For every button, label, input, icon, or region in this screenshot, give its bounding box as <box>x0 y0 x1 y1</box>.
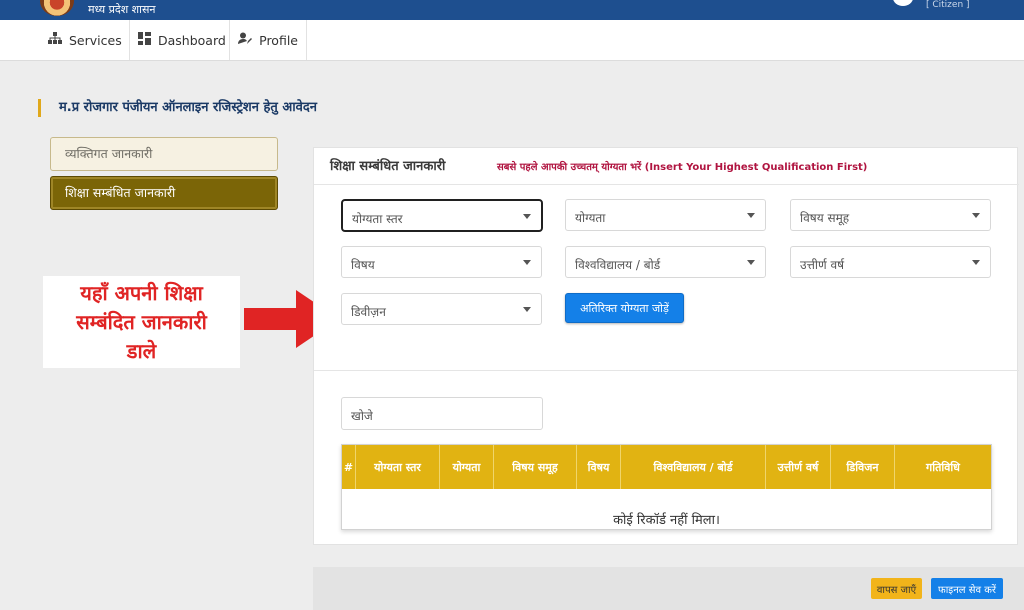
chevron-down-icon <box>747 213 755 218</box>
table-header-division: डिविजन <box>831 445 895 489</box>
division-select[interactable]: डिवीज़न <box>341 293 542 325</box>
govt-name: मध्य प्रदेश शासन <box>88 3 156 16</box>
qualification-select[interactable]: योग्यता <box>565 199 766 231</box>
sidebar-item-personal-info[interactable]: व्यक्तिगत जानकारी <box>50 137 278 171</box>
main-navbar: Services Dashboard Profile <box>0 20 1024 61</box>
qualification-table: # योग्यता स्तर योग्यता विषय समूह विषय वि… <box>341 444 992 530</box>
card-title: शिक्षा सम्बंधित जानकारी <box>330 159 446 174</box>
search-input[interactable]: खोजे <box>341 397 543 430</box>
add-qualification-button[interactable]: अतिरिक्त योग्यता जोड़ें <box>565 293 684 323</box>
highest-qualification-hint: सबसे पहले आपकी उच्चतम् योग्यता भरें (Ins… <box>497 162 868 173</box>
callout-line-2: सम्बंदित जानकारी <box>76 310 207 334</box>
top-header: मध्य प्रदेश शासन [ Citizen ] <box>0 0 1024 20</box>
chevron-down-icon <box>523 307 531 312</box>
passing-year-value: उत्तीर्ण वर्ष <box>800 258 845 272</box>
subject-value: विषय <box>351 258 375 272</box>
back-button[interactable]: वापस जाएँ <box>871 578 922 599</box>
dashboard-icon <box>138 31 151 49</box>
callout-line-1: यहाँ अपनी शिक्षा <box>80 281 203 305</box>
empty-table-message: कोई रिकॉर्ड नहीं मिला। <box>613 513 720 528</box>
subject-select[interactable]: विषय <box>341 246 542 278</box>
chevron-down-icon <box>972 260 980 265</box>
education-form-card: शिक्षा सम्बंधित जानकारी सबसे पहले आपकी उ… <box>313 147 1019 545</box>
table-header-qualification-level: योग्यता स्तर <box>356 445 440 489</box>
passing-year-select[interactable]: उत्तीर्ण वर्ष <box>790 246 991 278</box>
user-avatar[interactable] <box>893 0 913 6</box>
table-header-passing-year: उत्तीर्ण वर्ष <box>766 445 831 489</box>
chevron-down-icon <box>972 213 980 218</box>
instruction-callout: यहाँ अपनी शिक्षा सम्बंदित जानकारी डाले <box>43 276 240 368</box>
nav-item-dashboard[interactable]: Dashboard <box>130 20 230 60</box>
divider <box>314 370 1019 371</box>
sitemap-icon <box>48 31 62 49</box>
search-placeholder: खोजे <box>351 409 373 423</box>
nav-item-profile[interactable]: Profile <box>230 20 307 60</box>
chevron-down-icon <box>523 260 531 265</box>
govt-emblem-logo <box>40 0 74 16</box>
sidebar-item-education-info[interactable]: शिक्षा सम्बंधित जानकारी <box>50 176 278 210</box>
chevron-down-icon <box>523 214 531 219</box>
university-board-value: विश्वविद्यालय / बोर्ड <box>575 258 661 272</box>
page-title: म.प्र रोजगार पंजीयन ऑनलाइन रजिस्ट्रेशन ह… <box>38 99 317 117</box>
subject-group-value: विषय समूह <box>800 211 850 225</box>
nav-label-services: Services <box>69 32 122 48</box>
table-header-university-board: विश्वविद्यालय / बोर्ड <box>621 445 766 489</box>
qualification-value: योग्यता <box>575 211 606 225</box>
nav-label-dashboard: Dashboard <box>158 32 226 48</box>
user-edit-icon <box>238 32 253 49</box>
table-header-index: # <box>342 445 356 489</box>
callout-line-3: डाले <box>126 339 157 363</box>
nav-item-services[interactable]: Services <box>40 20 130 60</box>
qualification-level-select[interactable]: योग्यता स्तर <box>341 199 543 232</box>
subject-group-select[interactable]: विषय समूह <box>790 199 991 231</box>
divider <box>314 184 1019 185</box>
table-header-subject-group: विषय समूह <box>494 445 577 489</box>
table-header-qualification: योग्यता <box>440 445 494 489</box>
table-header-action: गतिविधि <box>926 460 960 474</box>
user-role-label: [ Citizen ] <box>926 0 970 10</box>
division-value: डिवीज़न <box>351 305 386 319</box>
final-save-button[interactable]: फाइनल सेव करें <box>931 578 1003 599</box>
chevron-down-icon <box>747 260 755 265</box>
university-board-select[interactable]: विश्वविद्यालय / बोर्ड <box>565 246 766 278</box>
qualification-level-value: योग्यता स्तर <box>352 212 403 226</box>
nav-label-profile: Profile <box>259 32 298 48</box>
table-header-row: # योग्यता स्तर योग्यता विषय समूह विषय वि… <box>342 445 991 489</box>
table-header-subject: विषय <box>577 445 621 489</box>
